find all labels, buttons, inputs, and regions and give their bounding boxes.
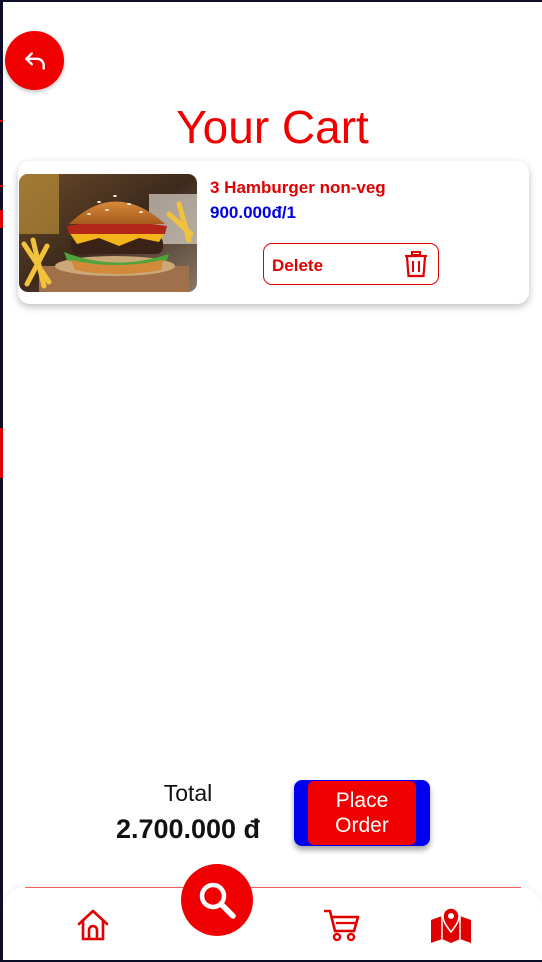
home-icon[interactable]	[76, 908, 110, 942]
cart-item-card: 3 Hamburger non-veg 900.000đ/1 Delete	[18, 161, 529, 304]
delete-button[interactable]: Delete	[263, 243, 439, 285]
item-price: 900.000đ/1	[210, 203, 297, 222]
total-label: Total	[163, 780, 213, 806]
hamburger-photo	[19, 174, 197, 292]
trash-icon	[405, 251, 427, 278]
bottom-tab-bar	[3, 887, 542, 960]
back-button[interactable]	[5, 31, 64, 90]
tab-bar-divider	[25, 887, 521, 888]
cart-icon[interactable]	[324, 908, 360, 942]
search-button[interactable]	[181, 864, 253, 936]
map-icon[interactable]	[430, 906, 472, 944]
place-order-button[interactable]: Place Order	[294, 780, 430, 846]
place-order-label: Place Order	[308, 781, 416, 845]
search-icon	[199, 882, 236, 919]
page-title: Your Cart	[176, 101, 369, 153]
total-value: 2.700.000 đ	[115, 814, 261, 844]
delete-label: Delete	[272, 256, 324, 275]
back-arrow-icon	[24, 51, 45, 70]
cart-screen: Your Cart 3 Hamburger non-veg 900.000đ/1…	[3, 2, 542, 960]
item-name: 3 Hamburger non-veg	[210, 178, 386, 197]
